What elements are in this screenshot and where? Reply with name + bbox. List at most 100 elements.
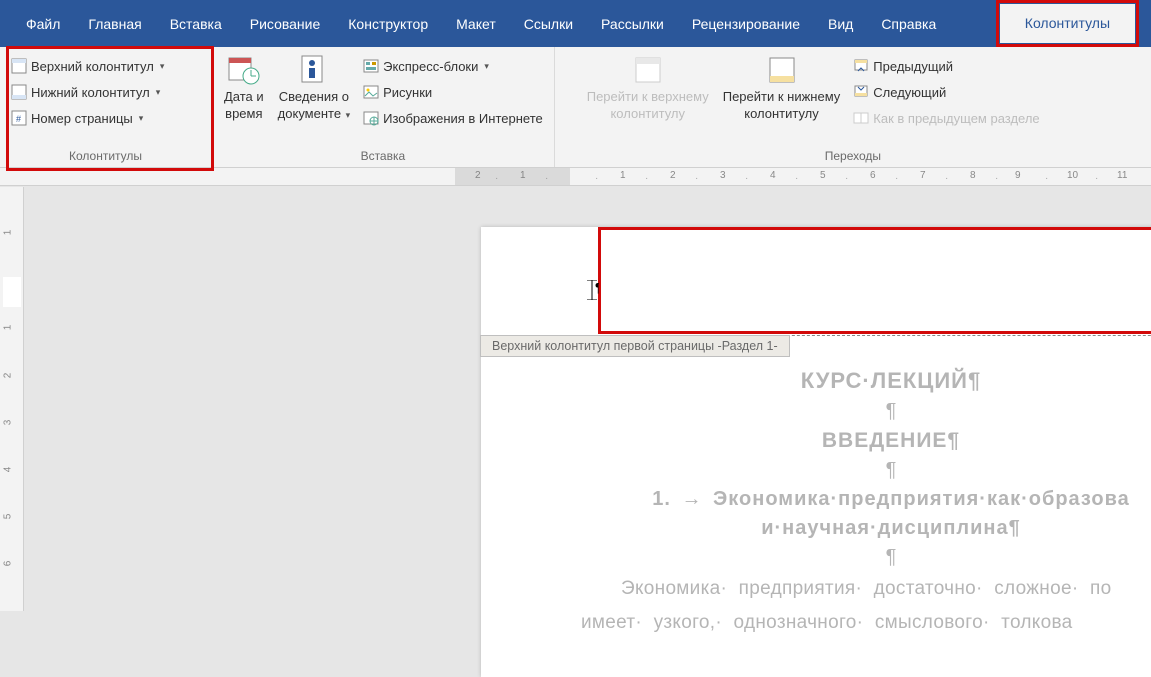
group-navigation: Перейти к верхнему колонтитулу Перейти к… <box>555 47 1151 167</box>
tab-headerfooter[interactable]: Колонтитулы <box>1000 4 1135 43</box>
next-label: Следующий <box>873 85 946 100</box>
ruler-label: 3 <box>2 420 13 426</box>
doc-pilcrow: ¶ <box>581 546 1151 569</box>
date-time-button[interactable]: Дата и время <box>218 51 270 123</box>
ruler-label: 6 <box>870 170 876 181</box>
goto-header-label1: Перейти к верхнему <box>587 89 709 104</box>
tab-references[interactable]: Ссылки <box>510 2 587 45</box>
doc-title1: КУРС·ЛЕКЦИЙ¶ <box>581 368 1151 394</box>
text-cursor-indicator: ¶ <box>585 280 599 305</box>
ruler-label: 9 <box>1015 170 1021 181</box>
svg-text:¶: ¶ <box>595 280 599 295</box>
page-number-label: Номер страницы <box>31 111 133 126</box>
ruler-segment <box>3 277 21 307</box>
header-button[interactable]: Верхний колонтитул ▾ <box>6 55 169 77</box>
doc-pilcrow: ¶ <box>581 400 1151 423</box>
footer-label: Нижний колонтитул <box>31 85 150 100</box>
tab-file[interactable]: Файл <box>12 2 74 45</box>
doc-para2: имеет· узкого,· однозначного· смыслового… <box>581 609 1151 637</box>
group-insert-label: Вставка <box>218 149 548 165</box>
quick-parts-button[interactable]: Экспресс-блоки ▾ <box>358 55 548 77</box>
goto-footer-label2: колонтитулу <box>744 106 819 121</box>
tab-home[interactable]: Главная <box>74 2 155 45</box>
ruler-label: 3 <box>720 170 726 181</box>
ruler-label: 8 <box>970 170 976 181</box>
chevron-down-icon: ▾ <box>160 61 165 72</box>
footer-icon <box>11 84 27 100</box>
doc-info-button[interactable]: Сведения о документе ▾ <box>272 51 356 125</box>
chevron-down-icon: ▾ <box>139 113 144 124</box>
svg-text:#: # <box>16 114 21 124</box>
chevron-down-icon: ▾ <box>484 61 489 72</box>
link-previous-button: Как в предыдущем разделе <box>848 107 1044 129</box>
previous-label: Предыдущий <box>873 59 953 74</box>
doc-info-label1: Сведения о <box>279 89 349 104</box>
document-body[interactable]: КУРС·ЛЕКЦИЙ¶ ¶ ВВЕДЕНИЕ¶ ¶ 1. → Экономик… <box>481 336 1151 637</box>
header-icon <box>11 58 27 74</box>
doc-num-title1: 1. → Экономика·предприятия·как·образова <box>581 488 1151 511</box>
footer-button[interactable]: Нижний колонтитул ▾ <box>6 81 169 103</box>
goto-header-icon <box>631 53 665 87</box>
next-icon <box>853 84 869 100</box>
goto-footer-icon <box>765 53 799 87</box>
page: ¶ Верхний колонтитул первой страницы -Ра… <box>481 227 1151 677</box>
goto-header-button: Перейти к верхнему колонтитулу <box>581 51 715 123</box>
chevron-down-icon: ▾ <box>343 110 350 120</box>
ruler-label: 1 <box>2 325 13 331</box>
page-number-button[interactable]: # Номер страницы ▾ <box>6 107 169 129</box>
page-number-icon: # <box>11 110 27 126</box>
tab-review[interactable]: Рецензирование <box>678 2 814 45</box>
date-time-label2: время <box>225 106 262 121</box>
online-pictures-label: Изображения в Интернете <box>383 111 543 126</box>
online-picture-icon <box>363 110 379 126</box>
quick-parts-icon <box>363 58 379 74</box>
tab-mailings[interactable]: Рассылки <box>587 2 678 45</box>
chevron-down-icon: ▾ <box>156 87 161 98</box>
tab-layout[interactable]: Макет <box>442 2 510 45</box>
doc-para1: Экономика· предприятия· достаточно· слож… <box>581 575 1151 603</box>
vertical-ruler[interactable]: 1 1 2 3 4 5 6 <box>0 187 24 611</box>
ruler-label: 5 <box>2 514 13 520</box>
document-canvas[interactable]: ¶ Верхний колонтитул первой страницы -Ра… <box>24 187 1151 611</box>
previous-icon <box>853 58 869 74</box>
header-label: Верхний колонтитул <box>31 59 154 74</box>
doc-info-label2: документе <box>278 106 341 121</box>
goto-footer-button[interactable]: Перейти к нижнему колонтитулу <box>717 51 847 123</box>
next-button[interactable]: Следующий <box>848 81 1044 103</box>
ruler-label: 10 <box>1067 170 1078 181</box>
quick-parts-label: Экспресс-блоки <box>383 59 478 74</box>
ruler-margin <box>455 168 570 186</box>
group-insert: Дата и время Сведения о документе ▾ Эксп… <box>212 47 555 167</box>
ruler-label: 1 <box>620 170 626 181</box>
link-previous-icon <box>853 110 869 126</box>
group-hf-label: Колонтитулы <box>6 149 205 165</box>
ruler-label: 2 <box>2 373 13 379</box>
ribbon: Верхний колонтитул ▾ Нижний колонтитул ▾… <box>0 47 1151 168</box>
tab-draw[interactable]: Рисование <box>236 2 335 45</box>
tab-help[interactable]: Справка <box>867 2 950 45</box>
group-nav-label: Переходы <box>561 149 1145 165</box>
tab-insert[interactable]: Вставка <box>156 2 236 45</box>
tab-view[interactable]: Вид <box>814 2 867 45</box>
online-pictures-button[interactable]: Изображения в Интернете <box>358 107 548 129</box>
picture-icon <box>363 84 379 100</box>
previous-button[interactable]: Предыдущий <box>848 55 1044 77</box>
highlight-active-tab: Колонтитулы <box>996 0 1139 47</box>
ruler-label: 4 <box>770 170 776 181</box>
ruler-label: 5 <box>820 170 826 181</box>
tab-design[interactable]: Конструктор <box>334 2 442 45</box>
highlight-header-area <box>598 227 1151 334</box>
ruler-label: 1 <box>2 230 13 236</box>
link-previous-label: Как в предыдущем разделе <box>873 111 1039 126</box>
pictures-label: Рисунки <box>383 85 432 100</box>
group-header-footer: Верхний колонтитул ▾ Нижний колонтитул ▾… <box>0 47 212 167</box>
goto-header-label2: колонтитулу <box>610 106 685 121</box>
horizontal-ruler[interactable]: 2 · 1 · · 1 · 2 · 3 · 4 · 5 · 6 · 7 · 8 … <box>0 168 1151 186</box>
doc-pilcrow: ¶ <box>581 459 1151 482</box>
date-time-label1: Дата и <box>224 89 264 104</box>
ribbon-tab-bar: Файл Главная Вставка Рисование Конструкт… <box>0 0 1151 47</box>
doc-num-title2: и·научная·дисциплина¶ <box>581 517 1151 540</box>
page-header-region[interactable]: ¶ Верхний колонтитул первой страницы -Ра… <box>481 227 1151 336</box>
pictures-button[interactable]: Рисунки <box>358 81 548 103</box>
ruler-label: 2 <box>670 170 676 181</box>
